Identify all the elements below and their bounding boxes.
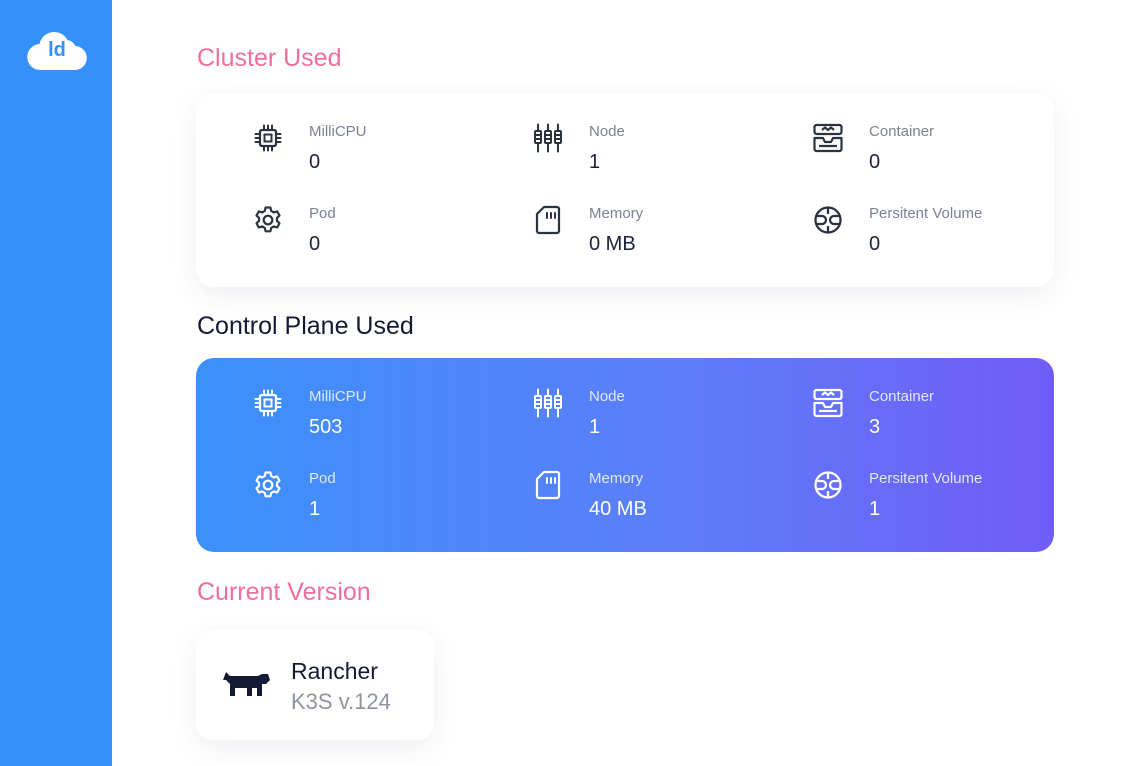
stat-value: 1 bbox=[589, 416, 601, 438]
stat-value: 0 bbox=[869, 151, 881, 173]
cluster-used-title: Cluster Used bbox=[197, 44, 342, 72]
control-plane-used-card: MilliCPU 503 Node 1 Container 3 Pod 1 Me… bbox=[196, 358, 1054, 552]
stat-node: Node 1 bbox=[533, 123, 773, 183]
stat-value: 0 bbox=[869, 233, 881, 255]
sidebar: ld bbox=[0, 0, 112, 766]
cluster-used-card: MilliCPU 0 Node 1 Container 0 Pod 0 Memo… bbox=[196, 93, 1054, 287]
container-icon bbox=[813, 123, 843, 153]
stat-value: 1 bbox=[869, 498, 881, 520]
stat-label: MilliCPU bbox=[309, 388, 367, 405]
stat-node: Node 1 bbox=[533, 388, 773, 448]
version-number: K3S v.124 bbox=[291, 689, 391, 714]
gear-icon bbox=[253, 205, 283, 235]
current-version-title: Current Version bbox=[197, 578, 371, 606]
volume-icon bbox=[813, 205, 843, 235]
stat-value: 0 MB bbox=[589, 233, 636, 255]
stat-value: 3 bbox=[869, 416, 881, 438]
stat-value: 0 bbox=[309, 151, 321, 173]
stat-label: Node bbox=[589, 388, 625, 405]
stat-persistent-volume: Persitent Volume 0 bbox=[813, 205, 1053, 265]
logo-text: ld bbox=[48, 39, 66, 61]
logo[interactable]: ld bbox=[26, 30, 88, 72]
stat-label: Memory bbox=[589, 205, 644, 222]
version-card: Rancher K3S v.124 bbox=[196, 630, 434, 740]
stat-memory: Memory 0 MB bbox=[533, 205, 773, 265]
stat-pod: Pod 1 bbox=[253, 470, 493, 530]
stat-millicpu: MilliCPU 0 bbox=[253, 123, 493, 183]
stat-label: MilliCPU bbox=[309, 123, 367, 140]
stat-label: Container bbox=[869, 123, 935, 140]
stat-value: 40 MB bbox=[589, 498, 647, 520]
stat-label: Node bbox=[589, 123, 625, 140]
stat-label: Persitent Volume bbox=[869, 205, 983, 222]
stat-pod: Pod 0 bbox=[253, 205, 493, 265]
container-icon bbox=[813, 388, 843, 418]
stat-value: 1 bbox=[589, 151, 601, 173]
rancher-logo-icon bbox=[223, 672, 270, 696]
stat-value: 1 bbox=[309, 498, 321, 520]
stat-container: Container 0 bbox=[813, 123, 1053, 183]
gear-icon bbox=[253, 470, 283, 500]
memory-card-icon bbox=[533, 205, 563, 235]
node-icon bbox=[533, 123, 563, 153]
stat-label: Pod bbox=[309, 470, 336, 487]
node-icon bbox=[533, 388, 563, 418]
cpu-icon bbox=[253, 123, 283, 153]
stat-persistent-volume: Persitent Volume 1 bbox=[813, 470, 1053, 530]
stat-container: Container 3 bbox=[813, 388, 1053, 448]
control-plane-used-title: Control Plane Used bbox=[197, 312, 414, 340]
version-product-name: Rancher bbox=[291, 658, 378, 684]
stat-memory: Memory 40 MB bbox=[533, 470, 773, 530]
stat-label: Pod bbox=[309, 205, 336, 222]
stat-label: Container bbox=[869, 388, 935, 405]
stat-millicpu: MilliCPU 503 bbox=[253, 388, 493, 448]
stat-value: 0 bbox=[309, 233, 321, 255]
dashboard-window: ld Cluster Used MilliCPU 0 Node 1 Contai… bbox=[0, 0, 1140, 766]
stat-label: Persitent Volume bbox=[869, 470, 983, 487]
cpu-icon bbox=[253, 388, 283, 418]
memory-card-icon bbox=[533, 470, 563, 500]
volume-icon bbox=[813, 470, 843, 500]
stat-value: 503 bbox=[309, 416, 343, 438]
stat-label: Memory bbox=[589, 470, 644, 487]
